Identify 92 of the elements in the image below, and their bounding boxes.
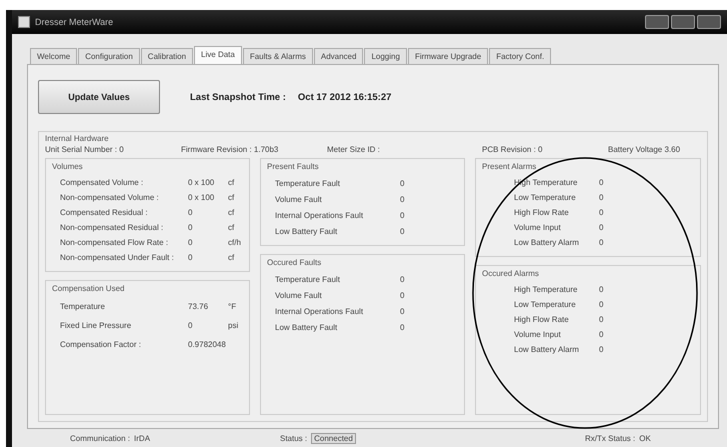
field-value: 0 bbox=[599, 178, 604, 187]
field-label: Low Battery Fault bbox=[275, 226, 338, 236]
status-value: IrDA bbox=[134, 434, 150, 442]
field-value: 73.76 bbox=[188, 302, 210, 311]
field-value: 0 bbox=[188, 223, 194, 232]
field-label: Fixed Line Pressure bbox=[60, 321, 132, 330]
group-title: Internal Hardware bbox=[45, 134, 110, 143]
hardware-field: Meter Size ID : bbox=[327, 145, 482, 154]
field-label: Volume Input bbox=[514, 223, 562, 232]
tab[interactable]: Advanced bbox=[314, 48, 364, 64]
unit-label: cf bbox=[228, 253, 236, 262]
field-label: Compensation Factor : bbox=[60, 340, 142, 349]
update-values-button[interactable]: Update Values bbox=[38, 80, 160, 114]
snapshot-time: Oct 17 2012 16:15:27 bbox=[298, 92, 392, 102]
field-label: Internal Operations Fault bbox=[275, 306, 364, 316]
field-value: 0 bbox=[400, 322, 406, 332]
group-title: Occured Alarms bbox=[482, 269, 539, 278]
tab[interactable]: Factory Conf. bbox=[489, 48, 552, 64]
tab[interactable]: Firmware Upgrade bbox=[408, 48, 488, 64]
field-value: 0 bbox=[400, 226, 406, 236]
field-label: Non-compensated Under Fault : bbox=[60, 253, 175, 262]
field-label: Temperature Fault bbox=[275, 178, 341, 188]
unit-label: psi bbox=[228, 321, 240, 330]
tab[interactable]: Welcome bbox=[30, 48, 78, 64]
hardware-field: Firmware Revision : 1.70b3 bbox=[181, 145, 327, 154]
tab[interactable]: Faults & Alarms bbox=[242, 48, 313, 64]
field-value: 0 bbox=[599, 285, 604, 294]
field-label: Volume Fault bbox=[275, 194, 323, 204]
tab[interactable]: Logging bbox=[364, 48, 407, 64]
window-title: Dresser MeterWare bbox=[35, 17, 114, 27]
field-value: 0 bbox=[599, 193, 604, 202]
status-value: Connected bbox=[311, 432, 356, 444]
field-label: Volume Input bbox=[514, 330, 562, 339]
field-label: High Temperature bbox=[514, 285, 578, 294]
status-value: OK bbox=[639, 434, 651, 442]
field-label: Volume Fault bbox=[275, 290, 323, 300]
field-value: 0 bbox=[599, 330, 604, 339]
group-title: Present Faults bbox=[267, 162, 319, 171]
field-label: Compensated Residual : bbox=[60, 208, 149, 217]
field-value: 0 bbox=[599, 345, 604, 354]
field-value: 0 x 100 bbox=[188, 178, 216, 187]
hardware-field: Unit Serial Number : 0 bbox=[45, 145, 181, 154]
field-value: 0 bbox=[599, 300, 604, 309]
group-title: Present Alarms bbox=[482, 162, 536, 171]
snapshot-label: Last Snapshot Time : bbox=[190, 92, 286, 102]
unit-label: cf/h bbox=[228, 238, 242, 247]
group-title: Volumes bbox=[52, 162, 83, 171]
field-label: High Flow Rate bbox=[514, 315, 570, 324]
field-label: Non-compensated Residual : bbox=[60, 223, 164, 232]
field-value: 0.9782048 bbox=[188, 340, 227, 349]
tab[interactable]: Calibration bbox=[140, 48, 194, 64]
status-label: Communication : bbox=[70, 434, 130, 442]
status-label: Status : bbox=[280, 434, 308, 442]
field-label: Low Battery Alarm bbox=[514, 345, 580, 354]
tab[interactable]: Live Data bbox=[194, 46, 242, 64]
field-value: 0 bbox=[400, 306, 406, 316]
unit-label: cf bbox=[228, 178, 236, 187]
field-label: Internal Operations Fault bbox=[275, 210, 364, 220]
field-value: 0 bbox=[599, 315, 604, 324]
group-title: Occured Faults bbox=[267, 258, 322, 267]
field-label: Low Battery Fault bbox=[275, 322, 338, 332]
field-label: Compensated Volume : bbox=[60, 178, 144, 187]
field-value: 0 bbox=[188, 238, 194, 247]
field-value: 0 bbox=[188, 253, 194, 262]
field-label: High Flow Rate bbox=[514, 208, 570, 217]
field-label: Temperature bbox=[60, 302, 106, 311]
field-value: 0 bbox=[599, 238, 604, 247]
field-value: 0 bbox=[188, 321, 194, 330]
status-label: Rx/Tx Status : bbox=[585, 434, 636, 442]
field-value: 0 bbox=[599, 223, 604, 232]
tab[interactable]: Configuration bbox=[78, 48, 140, 64]
hardware-field: PCB Revision : 0 bbox=[482, 145, 608, 154]
hardware-field: Battery Voltage 3.60 bbox=[608, 145, 701, 154]
field-label: Non-compensated Flow Rate : bbox=[60, 238, 170, 247]
field-value: 0 bbox=[599, 208, 604, 217]
group-title: Compensation Used bbox=[52, 284, 124, 293]
field-label: Low Temperature bbox=[514, 193, 577, 202]
field-value: 0 bbox=[400, 178, 406, 188]
field-label: Temperature Fault bbox=[275, 274, 341, 284]
field-label: Low Temperature bbox=[514, 300, 577, 309]
unit-label: cf bbox=[228, 193, 236, 202]
field-value: 0 bbox=[400, 194, 406, 204]
unit-label: cf bbox=[228, 223, 236, 232]
unit-label: cf bbox=[228, 208, 236, 217]
field-label: Low Battery Alarm bbox=[514, 238, 580, 247]
field-value: 0 bbox=[400, 274, 406, 284]
field-value: 0 x 100 bbox=[188, 193, 216, 202]
field-value: 0 bbox=[400, 290, 406, 300]
field-label: Non-compensated Volume : bbox=[60, 193, 160, 202]
field-value: 0 bbox=[400, 210, 406, 220]
field-value: 0 bbox=[188, 208, 194, 217]
unit-label: °F bbox=[228, 302, 238, 311]
